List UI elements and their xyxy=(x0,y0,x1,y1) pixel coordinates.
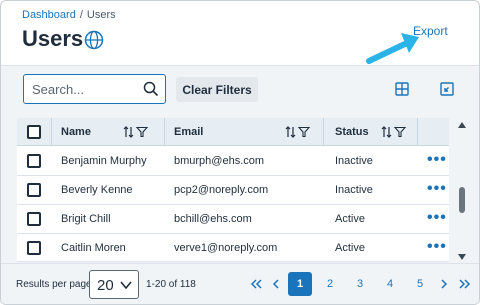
page-5-button[interactable]: 5 xyxy=(408,272,432,296)
search-box[interactable] xyxy=(23,74,166,104)
users-window: Dashboard / Users Users Export Clear Fil… xyxy=(0,0,480,305)
users-table: Name Email Status Benjamin Murphy bmurph… xyxy=(17,118,449,262)
last-page-button[interactable] xyxy=(457,272,473,296)
row-checkbox[interactable] xyxy=(27,154,41,168)
table-header: Name Email Status xyxy=(17,118,449,146)
page-3-button[interactable]: 3 xyxy=(348,272,372,296)
row-checkbox[interactable] xyxy=(27,241,41,255)
cell-status: Active xyxy=(335,242,365,254)
cell-status: Inactive xyxy=(335,184,373,196)
breadcrumb-dashboard-link[interactable]: Dashboard xyxy=(22,9,76,21)
first-page-button[interactable] xyxy=(248,272,264,296)
column-layout-icon[interactable] xyxy=(394,81,410,97)
column-header-name[interactable]: Name xyxy=(61,118,91,146)
cell-name: Benjamin Murphy xyxy=(61,155,147,167)
cell-email: pcp2@noreply.com xyxy=(174,184,269,196)
table-row[interactable]: Beverly Kenne pcp2@noreply.com Inactive … xyxy=(17,176,449,205)
breadcrumb: Dashboard / Users xyxy=(22,9,116,21)
vertical-scrollbar-thumb[interactable] xyxy=(459,187,465,213)
collapse-view-icon[interactable] xyxy=(439,81,455,97)
annotation-arrow-icon xyxy=(366,33,419,64)
clear-filters-button[interactable]: Clear Filters xyxy=(176,77,258,102)
cell-email: bmurph@ehs.com xyxy=(174,155,265,167)
cell-name: Beverly Kenne xyxy=(61,184,133,196)
double-chevron-right-icon xyxy=(459,279,471,289)
column-header-status[interactable]: Status xyxy=(335,118,369,146)
chevron-down-icon xyxy=(120,281,132,290)
column-divider xyxy=(164,118,165,146)
next-page-button[interactable] xyxy=(437,272,451,296)
previous-page-button[interactable] xyxy=(269,272,283,296)
results-per-page-label: Results per page xyxy=(16,279,92,290)
cell-name: Caitlin Moren xyxy=(61,242,126,254)
select-all-checkbox[interactable] xyxy=(27,125,41,139)
chevron-left-icon xyxy=(272,279,279,289)
cell-name: Brigit Chill xyxy=(61,213,111,225)
cell-email: bchill@ehs.com xyxy=(174,213,252,225)
cell-status: Inactive xyxy=(335,155,373,167)
globe-icon[interactable] xyxy=(84,30,104,50)
row-actions-button[interactable]: ••• xyxy=(427,209,447,227)
breadcrumb-current: Users xyxy=(86,9,116,21)
row-actions-button[interactable]: ••• xyxy=(427,151,447,169)
column-divider xyxy=(323,118,324,146)
chevron-right-icon xyxy=(441,279,448,289)
double-chevron-left-icon xyxy=(250,279,262,289)
status-sort-filter-icon[interactable] xyxy=(381,126,407,138)
results-per-page-select[interactable]: 20 xyxy=(89,270,139,299)
row-checkbox[interactable] xyxy=(27,212,41,226)
table-row[interactable]: Brigit Chill bchill@ehs.com Active ••• xyxy=(17,205,449,234)
scroll-up-icon[interactable] xyxy=(458,122,466,128)
row-checkbox[interactable] xyxy=(27,183,41,197)
results-per-page-value: 20 xyxy=(97,277,114,294)
table-row[interactable]: Caitlin Moren verve1@noreply.com Active … xyxy=(17,234,449,262)
search-icon[interactable] xyxy=(143,81,159,97)
page-title: Users xyxy=(22,26,84,51)
row-actions-button[interactable]: ••• xyxy=(427,180,447,198)
cell-email: verve1@noreply.com xyxy=(174,242,278,254)
breadcrumb-separator: / xyxy=(79,9,83,21)
page-2-button[interactable]: 2 xyxy=(318,272,342,296)
cell-status: Active xyxy=(335,213,365,225)
column-divider xyxy=(417,118,418,146)
email-sort-filter-icon[interactable] xyxy=(285,126,311,138)
search-input[interactable] xyxy=(32,81,142,98)
page-1-button[interactable]: 1 xyxy=(288,272,312,296)
scroll-down-icon[interactable] xyxy=(458,254,466,260)
results-range-text: 1-20 of 118 xyxy=(146,279,196,290)
name-sort-filter-icon[interactable] xyxy=(123,126,149,138)
column-header-email[interactable]: Email xyxy=(174,118,203,146)
table-row[interactable]: Benjamin Murphy bmurph@ehs.com Inactive … xyxy=(17,147,449,176)
page-4-button[interactable]: 4 xyxy=(378,272,402,296)
row-actions-button[interactable]: ••• xyxy=(427,238,447,256)
column-divider xyxy=(51,118,52,146)
